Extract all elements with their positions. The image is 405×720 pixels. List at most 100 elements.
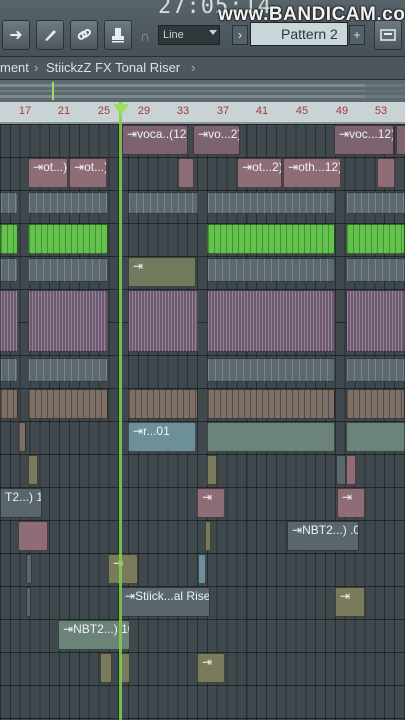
overview-thumbnail	[0, 82, 405, 100]
clip-arrow-icon: ⇥	[63, 622, 74, 636]
pattern-clip[interactable]	[0, 224, 18, 254]
audio-clip[interactable]: ⇥NBT2...) .0	[287, 521, 359, 551]
clip-arrow-icon: ⇥	[133, 259, 144, 273]
pattern-clip[interactable]	[128, 290, 198, 352]
audio-clip[interactable]: ⇥	[335, 587, 365, 617]
clip-arrow-icon: ⇥	[342, 490, 353, 504]
pattern-clip[interactable]	[346, 389, 405, 419]
audio-clip[interactable]	[28, 455, 38, 485]
pattern-clip[interactable]	[28, 224, 108, 254]
clip-label: ot...)	[43, 160, 68, 174]
audio-clip[interactable]	[377, 158, 395, 188]
clip-label: NBT2...) .0	[302, 523, 359, 537]
audio-clip[interactable]: ⇥ot...)	[28, 158, 68, 188]
pattern-clip[interactable]	[346, 192, 405, 214]
pattern-clip[interactable]	[28, 258, 108, 282]
pattern-clip[interactable]	[28, 290, 108, 352]
pattern-selector[interactable]: Pattern 2	[250, 22, 348, 46]
timeline-ruler[interactable]: 17 21 25 29 33 37 41 45 49 53	[0, 102, 405, 124]
breadcrumb-item-left[interactable]: ment	[0, 57, 29, 79]
audio-clip[interactable]	[18, 521, 48, 551]
audio-clip[interactable]: ⇥vo...2)	[193, 125, 240, 155]
audio-clip[interactable]: ⇥voca..(12)	[122, 125, 188, 155]
pattern-clip[interactable]	[207, 389, 335, 419]
pattern-clip[interactable]	[346, 290, 405, 352]
ruler-tick: 49	[335, 105, 349, 117]
audio-clip[interactable]	[207, 455, 217, 485]
pattern-clip[interactable]	[207, 290, 335, 352]
audio-clip[interactable]: ⇥	[108, 554, 138, 584]
stamp-icon[interactable]	[104, 20, 132, 50]
pattern-clip[interactable]	[207, 192, 335, 214]
pattern-clip[interactable]	[0, 290, 18, 352]
pattern-clip[interactable]	[0, 389, 18, 419]
audio-clip[interactable]: ⇥	[197, 653, 225, 683]
playhead-line[interactable]	[119, 102, 122, 720]
add-pattern-button[interactable]: +	[349, 25, 365, 45]
pattern-clip[interactable]	[346, 258, 405, 282]
audio-clip[interactable]	[26, 587, 31, 617]
brush-icon[interactable]	[36, 20, 64, 50]
audio-clip[interactable]	[198, 554, 206, 584]
audio-clip[interactable]	[336, 455, 346, 485]
clip-label: voca..(12)	[137, 127, 188, 141]
playlist-grid[interactable]: ⇥voca..(12) ⇥vo...2) ⇥voc...12) ⇥ot...) …	[0, 124, 405, 720]
audio-clip[interactable]: ⇥voc...12)	[334, 125, 394, 155]
pattern-clip[interactable]	[128, 192, 198, 214]
ruler-tick: 21	[57, 105, 71, 117]
ruler-tick: 17	[18, 105, 32, 117]
snap-select[interactable]: Line	[158, 25, 220, 45]
clip-arrow-icon: ⇥	[74, 160, 85, 174]
magnet-icon[interactable]: ∩	[140, 28, 154, 44]
audio-clip[interactable]	[396, 125, 405, 155]
pattern-clip[interactable]	[346, 358, 405, 382]
pattern-clip[interactable]	[207, 258, 335, 282]
clip-arrow-icon: ⇥	[288, 160, 299, 174]
pattern-clip[interactable]	[207, 224, 335, 254]
clip-label: ot...2)	[252, 160, 282, 174]
playlist-overview[interactable]	[0, 80, 405, 103]
arrow-right-icon[interactable]: ➜	[2, 20, 30, 50]
link-icon[interactable]	[70, 20, 98, 50]
pattern-clip[interactable]	[0, 192, 18, 214]
audio-clip[interactable]	[26, 554, 32, 584]
audio-clip[interactable]	[207, 422, 335, 452]
audio-clip[interactable]: ⇥ot...2)	[237, 158, 282, 188]
clip-arrow-icon: ⇥	[127, 127, 138, 141]
ruler-tick: 33	[176, 105, 190, 117]
ruler-tick: 37	[216, 105, 230, 117]
ruler-tick: 29	[137, 105, 151, 117]
audio-clip[interactable]: ⇥	[337, 488, 365, 518]
audio-clip[interactable]: ⇥ot...)	[69, 158, 107, 188]
clip-label: Stiick...al Riser	[135, 589, 210, 603]
pattern-clip[interactable]	[0, 258, 18, 282]
audio-clip[interactable]: ⇥r...01	[128, 422, 196, 452]
ruler-tick: 45	[295, 105, 309, 117]
breadcrumb-separator: ›	[191, 60, 196, 75]
pattern-clip[interactable]	[28, 358, 108, 382]
audio-clip[interactable]	[100, 653, 112, 683]
pattern-clip[interactable]	[346, 224, 405, 254]
piano-roll-icon[interactable]	[374, 20, 402, 50]
pattern-clip[interactable]	[28, 389, 108, 419]
pattern-clip[interactable]	[207, 358, 335, 382]
audio-clip[interactable]: ⇥	[197, 488, 225, 518]
pattern-clip[interactable]	[28, 192, 108, 214]
audio-clip[interactable]	[205, 521, 211, 551]
playhead-marker-icon[interactable]	[113, 104, 129, 115]
pattern-clip[interactable]	[0, 358, 18, 382]
audio-clip[interactable]	[346, 455, 356, 485]
clip-label: r...01	[143, 424, 170, 438]
audio-clip[interactable]	[18, 422, 26, 452]
clip-arrow-icon: ⇥	[33, 160, 44, 174]
audio-clip[interactable]: ⇥	[128, 257, 196, 287]
audio-clip[interactable]	[178, 158, 194, 188]
clip-label: vo...2)	[208, 127, 240, 141]
breadcrumb-item-current[interactable]: StiickzZ FX Tonal Riser	[46, 57, 180, 79]
audio-clip[interactable]: ⇥oth...12)	[283, 158, 341, 188]
pattern-prev-button[interactable]: ›	[232, 25, 248, 45]
pattern-clip[interactable]	[128, 389, 198, 419]
audio-clip[interactable]	[346, 422, 405, 452]
audio-clip[interactable]: T2...) 10	[0, 488, 42, 518]
audio-clip[interactable]: ⇥Stiick...al Riser	[120, 587, 210, 617]
